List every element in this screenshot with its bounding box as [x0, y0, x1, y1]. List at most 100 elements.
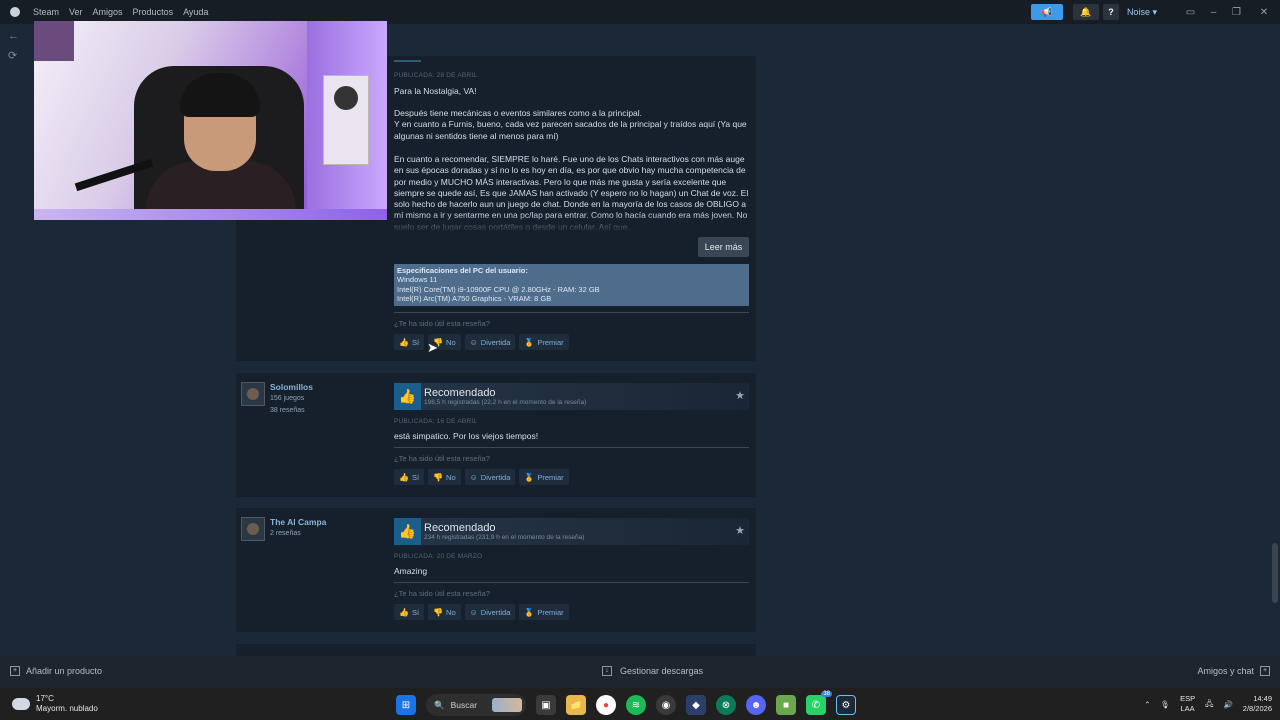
divider [394, 447, 749, 448]
taskbar-apps: ⊞ 🔍 Buscar ▣ 📁 ● ≋ ◉ ◆ ⊗ ☻ ■ ✆ 38 ⚙ [396, 691, 856, 716]
specs-cpu: Intel(R) Core(TM) i9-10900F CPU @ 2.80GH… [397, 284, 600, 294]
weather-widget[interactable]: 17°C Mayorm. nublado [12, 694, 98, 714]
scrollbar[interactable] [1272, 543, 1278, 603]
plus-icon: + [10, 666, 20, 676]
review-2-posted-date: PUBLICADA: 16 DE ABRIL [394, 418, 478, 425]
manage-downloads-button[interactable]: ↓ Gestionar descargas [602, 666, 703, 676]
pc-specs-box: Especificaciones del PC del usuario: Win… [394, 264, 749, 306]
chrome-icon[interactable]: ● [596, 695, 616, 715]
user-menu[interactable]: Noise ▾ [1123, 4, 1161, 20]
award-label: Premiar [537, 337, 564, 347]
close-icon[interactable]: ✕ [1248, 4, 1280, 20]
author-name[interactable]: The Al Campa [270, 517, 326, 527]
help-icon[interactable]: ? [1102, 4, 1119, 20]
language-indicator[interactable]: ESP LAA [1180, 694, 1195, 714]
review-3-author[interactable]: The Al Campa 2 reseñas [241, 517, 326, 541]
thumbs-up-icon: 👍 [399, 337, 409, 347]
read-more-button[interactable]: Leer más [698, 237, 749, 257]
vote-yes-label: Sí [411, 337, 420, 347]
add-product-button[interactable]: + Añadir un producto [10, 666, 102, 676]
bottom-bar: + Añadir un producto ↓ Gestionar descarg… [0, 656, 1280, 688]
minimize-icon[interactable]: – [1202, 4, 1225, 20]
refresh-icon[interactable]: ⟳ [8, 46, 19, 66]
text-fade [394, 214, 750, 232]
network-icon[interactable]: 🖧 [1205, 698, 1213, 711]
star-icon[interactable]: ★ [735, 524, 745, 537]
vote-buttons: 👍 Sí 👎 No ☺ Divertida 🏅 Premiar [394, 469, 569, 485]
author-games[interactable]: 156 juegos [270, 393, 313, 404]
wall-poster [323, 75, 369, 165]
volume-icon[interactable]: 🔊 [1223, 700, 1232, 709]
windows-start-icon[interactable]: ⊞ [396, 695, 416, 715]
award-icon: 🏅 [524, 607, 535, 617]
specs-title: Especificaciones del PC del usuario: [397, 266, 528, 275]
vote-funny-button[interactable]: ☺ Divertida [464, 469, 516, 485]
award-button[interactable]: 🏅 Premiar [519, 469, 569, 485]
app-icon[interactable]: ◆ [686, 695, 706, 715]
menu-view[interactable]: Ver [69, 7, 83, 17]
specs-gpu: Intel(R) Arc(TM) A750 Graphics - VRAM: 8… [397, 294, 552, 304]
task-view-icon[interactable]: ▣ [536, 695, 556, 715]
vote-yes-button[interactable]: 👍 Sí [394, 604, 425, 620]
chevron-up-icon[interactable]: ⌃ [1144, 700, 1150, 709]
verdict-title: Recomendado [424, 522, 496, 534]
discord-icon[interactable]: ☻ [746, 695, 766, 715]
thumbs-up-icon: 👍 [399, 472, 409, 482]
maximize-icon[interactable]: ❐ [1225, 4, 1248, 20]
language-primary: ESP [1180, 694, 1196, 703]
nav-arrows: ← ⟳ [8, 26, 19, 66]
vote-no-button[interactable]: 👎 No [428, 469, 461, 485]
language-secondary: LAA [1180, 704, 1195, 713]
date: 2/8/2026 [1242, 704, 1272, 713]
award-button[interactable]: 🏅 Premiar [519, 604, 569, 620]
menu-steam[interactable]: Steam [33, 7, 59, 17]
vote-funny-label: Divertida [480, 337, 511, 347]
menu-help[interactable]: Ayuda [183, 7, 208, 17]
author-reviews[interactable]: 38 reseñas [270, 405, 313, 416]
review-2-author[interactable]: Solomillos 156 juegos 38 reseñas [241, 382, 313, 416]
bell-icon[interactable]: 🔔 [1072, 4, 1099, 20]
author-name[interactable]: Solomillos [270, 382, 313, 392]
steam-taskbar-icon[interactable]: ⚙ [836, 695, 856, 715]
time: 14:49 [1253, 694, 1272, 703]
thumbs-down-icon: 👎 [433, 472, 444, 482]
menu-bar: Steam Ver Amigos Productos Ayuda [0, 7, 208, 17]
avatar[interactable] [241, 382, 265, 406]
vote-yes-button[interactable]: 👍 Sí [394, 469, 425, 485]
friends-chat-button[interactable]: Amigos y chat + [1197, 666, 1270, 676]
taskbar-search[interactable]: 🔍 Buscar [426, 694, 526, 716]
manage-downloads-label: Gestionar descargas [620, 666, 704, 676]
vote-funny-button[interactable]: ☺ Divertida [464, 604, 516, 620]
review-1-paragraph-1: Para la Nostalgia, VA! [394, 86, 477, 96]
mouse-cursor-icon: ➤ [427, 340, 438, 355]
obs-icon[interactable]: ◉ [656, 695, 676, 715]
author-reviews[interactable]: 2 reseñas [270, 528, 326, 539]
menu-friends[interactable]: Amigos [93, 7, 123, 17]
vote-yes-label: Sí [411, 472, 420, 482]
vote-yes-button[interactable]: 👍 Sí [394, 334, 425, 350]
whatsapp-icon[interactable]: ✆ 38 [806, 691, 832, 715]
review-3-body: Amazing [394, 566, 428, 576]
search-label: Buscar [450, 700, 478, 710]
minecraft-icon[interactable]: ■ [776, 695, 796, 715]
clock[interactable]: 14:49 2/8/2026 [1243, 694, 1272, 714]
file-explorer-icon[interactable]: 📁 [566, 695, 586, 715]
award-button[interactable]: 🏅 Premiar [519, 334, 569, 350]
xbox-icon[interactable]: ⊗ [716, 695, 736, 715]
divider [394, 582, 749, 583]
spotify-icon[interactable]: ≋ [626, 695, 646, 715]
vote-no-button[interactable]: 👎 No [428, 604, 461, 620]
vote-no-label: No [446, 607, 456, 617]
thumbs-up-icon: 👍 [394, 518, 421, 545]
smiley-icon: ☺ [469, 337, 478, 347]
menu-products[interactable]: Productos [133, 7, 174, 17]
vote-funny-button[interactable]: ☺ Divertida [464, 334, 516, 350]
monitor-icon[interactable]: ▭ [1179, 4, 1202, 20]
vote-buttons: 👍 Sí 👎 No ☺ Divertida 🏅 Premiar [394, 604, 569, 620]
avatar[interactable] [241, 517, 265, 541]
megaphone-icon[interactable]: 📢 [1030, 4, 1063, 20]
back-arrow-icon[interactable]: ← [8, 26, 19, 46]
helpful-question: ¿Te ha sido útil esta reseña? [394, 589, 490, 598]
microphone-icon[interactable]: 🎙 [1161, 700, 1171, 709]
star-icon[interactable]: ★ [735, 389, 745, 402]
